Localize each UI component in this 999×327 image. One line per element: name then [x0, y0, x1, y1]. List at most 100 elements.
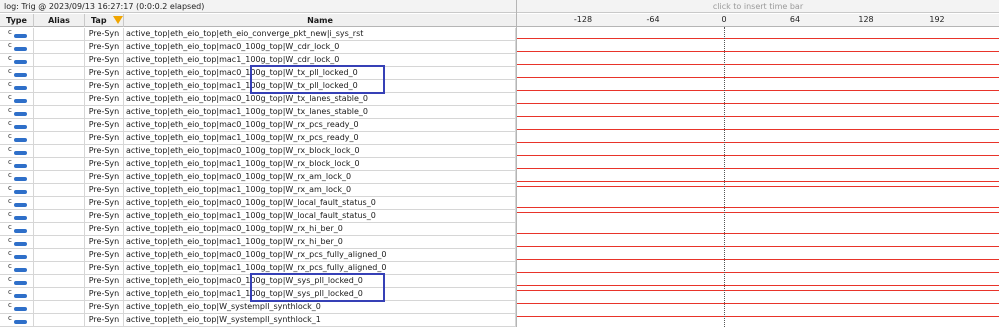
alias-cell[interactable] — [34, 158, 85, 170]
signal-row[interactable]: c Pre-Syn active_top|eth_eio_top|mac0_100g… — [0, 93, 516, 106]
signal-row[interactable]: c Pre-Syn active_top|eth_eio_top|W_systemp… — [0, 301, 516, 314]
waveform-row[interactable] — [517, 132, 999, 145]
waveform-row[interactable] — [517, 197, 999, 210]
column-header-alias[interactable]: Alias — [34, 14, 85, 27]
signal-row[interactable]: c Pre-Syn active_top|eth_eio_top|mac0_100g… — [0, 41, 516, 54]
waveform-row[interactable] — [517, 80, 999, 93]
waveform-row[interactable] — [517, 184, 999, 197]
alias-cell[interactable] — [34, 197, 85, 209]
alias-cell[interactable] — [34, 145, 85, 157]
signal-name-cell[interactable]: active_top|eth_eio_top|W_systempll_synth… — [124, 301, 516, 313]
waveform-row[interactable] — [517, 249, 999, 262]
alias-cell[interactable] — [34, 275, 85, 287]
signal-name-cell[interactable]: active_top|eth_eio_top|mac1_100g_top|W_l… — [124, 210, 516, 222]
waveform-row[interactable] — [517, 54, 999, 67]
signal-row[interactable]: c Pre-Syn active_top|eth_eio_top|mac0_100g… — [0, 171, 516, 184]
waveform-row[interactable] — [517, 301, 999, 314]
alias-cell[interactable] — [34, 41, 85, 53]
alias-cell[interactable] — [34, 262, 85, 274]
waveform-row[interactable] — [517, 171, 999, 184]
signal-name-cell[interactable]: active_top|eth_eio_top|mac0_100g_top|W_r… — [124, 119, 516, 131]
alias-cell[interactable] — [34, 301, 85, 313]
waveform-row[interactable] — [517, 314, 999, 327]
waveform-row[interactable] — [517, 210, 999, 223]
filter-icon[interactable] — [113, 16, 123, 24]
waveform-row[interactable] — [517, 158, 999, 171]
alias-cell[interactable] — [34, 314, 85, 326]
type-cell: c — [0, 288, 34, 300]
waveform-row[interactable] — [517, 223, 999, 236]
signal-type-icon: c — [7, 184, 27, 196]
alias-cell[interactable] — [34, 67, 85, 79]
tap-cell: Pre-Syn — [85, 28, 124, 40]
alias-cell[interactable] — [34, 210, 85, 222]
signal-name-cell[interactable]: active_top|eth_eio_top|mac0_100g_top|W_r… — [124, 223, 516, 235]
signal-row[interactable]: c Pre-Syn active_top|eth_eio_top|mac1_100g… — [0, 210, 516, 223]
alias-cell[interactable] — [34, 132, 85, 144]
signal-row[interactable]: c Pre-Syn active_top|eth_eio_top|mac0_100g… — [0, 145, 516, 158]
waveform-row[interactable] — [517, 288, 999, 301]
alias-cell[interactable] — [34, 223, 85, 235]
signal-name-cell[interactable]: active_top|eth_eio_top|eth_eio_converge_… — [124, 28, 516, 40]
signal-row[interactable]: c Pre-Syn active_top|eth_eio_top|eth_eio_c… — [0, 28, 516, 41]
alias-cell[interactable] — [34, 236, 85, 248]
waveform-row[interactable] — [517, 262, 999, 275]
signal-name-cell[interactable]: active_top|eth_eio_top|mac0_100g_top|W_r… — [124, 145, 516, 157]
signal-row[interactable]: c Pre-Syn active_top|eth_eio_top|mac1_100g… — [0, 184, 516, 197]
alias-cell[interactable] — [34, 171, 85, 183]
waveform-trace — [517, 155, 999, 156]
trigger-status: log: Trig @ 2023/09/13 16:27:17 (0:0:0.2… — [0, 0, 516, 13]
waveform-row[interactable] — [517, 145, 999, 158]
column-header-name[interactable]: Name — [124, 14, 516, 27]
alias-cell[interactable] — [34, 93, 85, 105]
tap-cell: Pre-Syn — [85, 249, 124, 261]
signal-name-cell[interactable]: active_top|eth_eio_top|mac0_100g_top|W_c… — [124, 41, 516, 53]
signal-row[interactable]: c Pre-Syn active_top|eth_eio_top|mac0_100g… — [0, 249, 516, 262]
alias-cell[interactable] — [34, 184, 85, 196]
tap-cell: Pre-Syn — [85, 80, 124, 92]
signal-name-cell[interactable]: active_top|eth_eio_top|mac0_100g_top|W_r… — [124, 249, 516, 261]
insert-time-bar-hint[interactable]: click to insert time bar — [517, 0, 999, 13]
waveform-row[interactable] — [517, 275, 999, 288]
signal-row[interactable]: c Pre-Syn active_top|eth_eio_top|mac1_100g… — [0, 236, 516, 249]
alias-cell[interactable] — [34, 106, 85, 118]
waveform-row[interactable] — [517, 236, 999, 249]
alias-cell[interactable] — [34, 249, 85, 261]
signal-name-cell[interactable]: active_top|eth_eio_top|mac1_100g_top|W_r… — [124, 158, 516, 170]
signal-row[interactable]: c Pre-Syn active_top|eth_eio_top|mac1_100g… — [0, 132, 516, 145]
signal-name-cell[interactable]: active_top|eth_eio_top|W_systempll_synth… — [124, 314, 516, 326]
signal-row[interactable]: c Pre-Syn active_top|eth_eio_top|W_systemp… — [0, 314, 516, 327]
tap-cell: Pre-Syn — [85, 223, 124, 235]
waveform-row[interactable] — [517, 28, 999, 41]
signal-row[interactable]: c Pre-Syn active_top|eth_eio_top|mac0_100g… — [0, 197, 516, 210]
column-header-type[interactable]: Type — [0, 14, 34, 27]
signal-name-cell[interactable]: active_top|eth_eio_top|mac1_100g_top|W_r… — [124, 184, 516, 196]
waveform-trace — [517, 246, 999, 247]
alias-cell[interactable] — [34, 80, 85, 92]
type-cell: c — [0, 236, 34, 248]
alias-cell[interactable] — [34, 28, 85, 40]
signal-row[interactable]: c Pre-Syn active_top|eth_eio_top|mac1_100g… — [0, 158, 516, 171]
alias-cell[interactable] — [34, 288, 85, 300]
tap-cell: Pre-Syn — [85, 275, 124, 287]
waveform-row[interactable] — [517, 93, 999, 106]
signal-name-cell[interactable]: active_top|eth_eio_top|mac0_100g_top|W_r… — [124, 171, 516, 183]
signal-name-cell[interactable]: active_top|eth_eio_top|mac0_100g_top|W_t… — [124, 93, 516, 105]
waveform-row[interactable] — [517, 119, 999, 132]
signal-name-cell[interactable]: active_top|eth_eio_top|mac1_100g_top|W_r… — [124, 132, 516, 144]
signal-row[interactable]: c Pre-Syn active_top|eth_eio_top|mac0_100g… — [0, 119, 516, 132]
alias-cell[interactable] — [34, 119, 85, 131]
signal-type-icon: c — [7, 67, 27, 79]
tap-cell: Pre-Syn — [85, 93, 124, 105]
signal-name-cell[interactable]: active_top|eth_eio_top|mac1_100g_top|W_r… — [124, 236, 516, 248]
signal-row[interactable]: c Pre-Syn active_top|eth_eio_top|mac0_100g… — [0, 223, 516, 236]
waveform-row[interactable] — [517, 41, 999, 54]
signal-name-cell[interactable]: active_top|eth_eio_top|mac0_100g_top|W_l… — [124, 197, 516, 209]
signal-row[interactable]: c Pre-Syn active_top|eth_eio_top|mac1_100g… — [0, 106, 516, 119]
tap-cell: Pre-Syn — [85, 54, 124, 66]
signal-type-icon: c — [7, 54, 27, 66]
signal-name-cell[interactable]: active_top|eth_eio_top|mac1_100g_top|W_t… — [124, 106, 516, 118]
waveform-row[interactable] — [517, 106, 999, 119]
alias-cell[interactable] — [34, 54, 85, 66]
waveform-row[interactable] — [517, 67, 999, 80]
